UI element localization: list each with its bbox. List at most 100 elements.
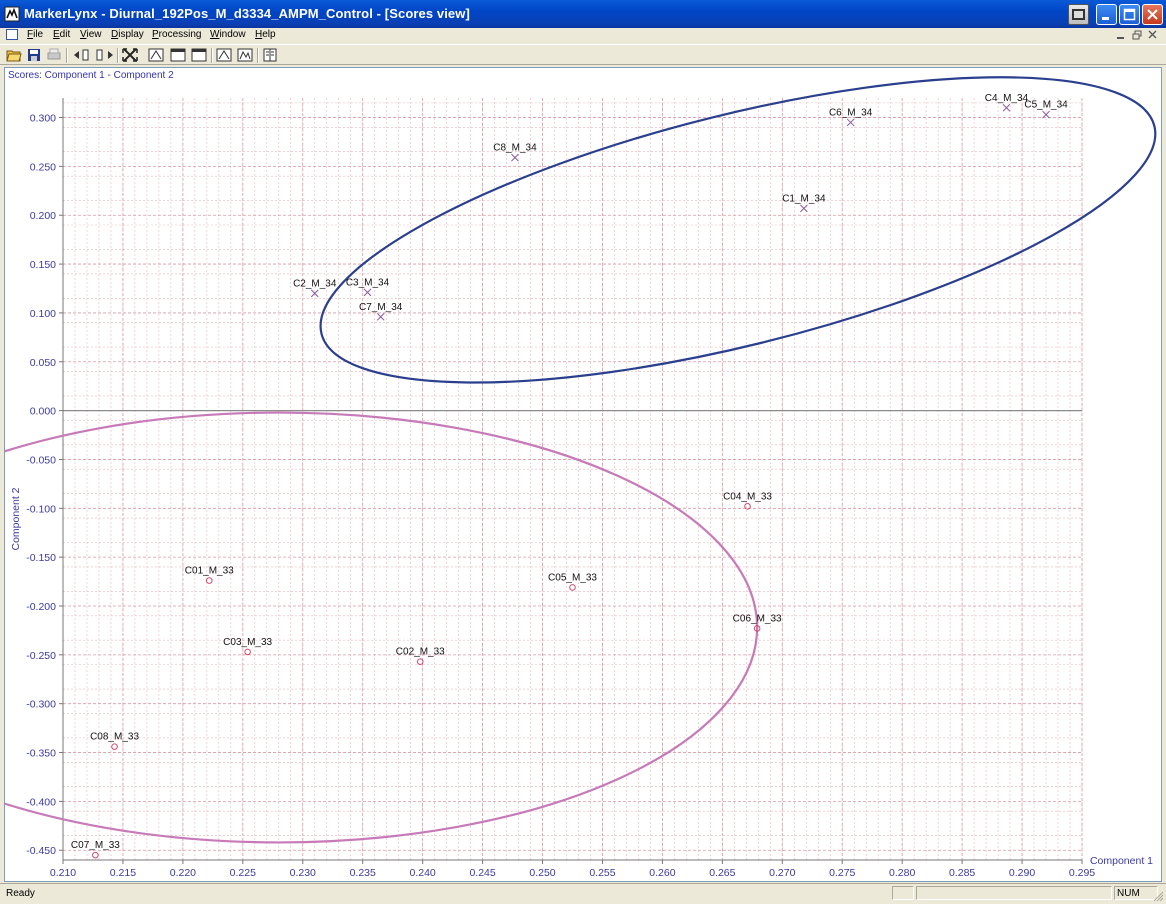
data-points: C4_M_34C5_M_34 C6_M_34 C8_M_34 C1_M_34 C2_M_… xyxy=(71,93,1068,859)
status-pane-1 xyxy=(892,886,914,900)
document-icon[interactable] xyxy=(6,29,18,40)
y-tick-label: -0.050 xyxy=(26,454,56,466)
point-label: C8_M_34 xyxy=(493,143,537,154)
x-tick-label: 0.270 xyxy=(769,867,795,879)
x-tick-label: 0.240 xyxy=(410,867,436,879)
point-label: C03_M_33 xyxy=(223,637,272,648)
resize-grip-icon[interactable] xyxy=(1152,890,1164,902)
point-marker-x xyxy=(511,153,519,162)
x-tick-label: 0.295 xyxy=(1069,867,1095,879)
zoom-fit-icon[interactable] xyxy=(122,48,138,62)
y-tick-label: 0.300 xyxy=(30,113,56,125)
x-tick-label: 0.220 xyxy=(170,867,196,879)
x-tick-label: 0.280 xyxy=(889,867,915,879)
y-tick-label: -0.300 xyxy=(26,699,56,711)
point-label: C6_M_34 xyxy=(829,107,873,118)
scores-plot-panel[interactable]: 0.300 0.250 0.200 0.150 0.100 0.050 0.000 -0.05… xyxy=(4,67,1162,882)
point-marker-x xyxy=(376,312,385,321)
point-label: C4_M_34 xyxy=(985,93,1029,104)
title-bar[interactable]: MarkerLynx - Diurnal_192Pos_M_d3334_AMPM… xyxy=(0,0,1166,28)
maximize-button[interactable] xyxy=(1119,4,1140,25)
window-title: MarkerLynx - Diurnal_192Pos_M_d3334_AMPM… xyxy=(24,6,470,21)
point-marker-circle xyxy=(205,577,213,584)
point-marker-circle xyxy=(111,743,118,750)
x-tick-label: 0.225 xyxy=(230,867,256,879)
y-tick-label: -0.250 xyxy=(26,650,56,662)
y-tick-label: -0.150 xyxy=(26,552,56,564)
x-tick-label: 0.210 xyxy=(50,867,76,879)
y-tick-label: 0.250 xyxy=(30,161,56,173)
point-label: C08_M_33 xyxy=(90,732,139,743)
point-marker-x xyxy=(846,118,855,127)
window-view-2-icon[interactable] xyxy=(191,48,207,62)
point-label: C05_M_33 xyxy=(548,572,597,583)
point-marker-circle xyxy=(92,851,99,859)
menu-edit[interactable]: Edit xyxy=(53,29,70,40)
system-menu-button[interactable] xyxy=(1068,4,1089,25)
minimize-button[interactable] xyxy=(1096,4,1117,25)
save-icon[interactable] xyxy=(26,48,42,62)
point-marker-circle xyxy=(569,584,576,591)
x-tick-label: 0.265 xyxy=(709,867,735,879)
peak-view-icon[interactable] xyxy=(148,48,164,62)
open-folder-icon[interactable] xyxy=(6,48,22,62)
x-tick-label: 0.235 xyxy=(350,867,376,879)
y-tick-label: 0.200 xyxy=(30,210,56,222)
window-view-icon[interactable] xyxy=(170,48,186,62)
point-label: C01_M_33 xyxy=(185,566,234,577)
menu-help[interactable]: Help xyxy=(255,29,276,40)
point-marker-circle xyxy=(744,503,751,510)
point-marker-x xyxy=(1002,103,1011,112)
cluster-ellipse-33 xyxy=(5,411,759,844)
y-tick-label: -0.350 xyxy=(26,748,56,760)
cluster-ellipses xyxy=(5,76,1157,844)
toolbar xyxy=(0,44,1166,65)
point-marker-circle xyxy=(244,648,251,656)
spectrum-2-icon[interactable] xyxy=(237,48,253,62)
y-tick-label: 0.150 xyxy=(30,259,56,271)
status-text: Ready xyxy=(6,888,35,899)
x-tick-label: 0.275 xyxy=(829,867,855,879)
point-label: C06_M_33 xyxy=(733,613,782,624)
y-tick-label: 0.100 xyxy=(30,308,56,320)
y-tick-label: -0.100 xyxy=(26,503,56,515)
maximize-icon xyxy=(1123,8,1136,21)
point-marker-x xyxy=(800,204,808,213)
point-label: C5_M_34 xyxy=(1024,100,1068,111)
scores-chart[interactable]: 0.300 0.250 0.200 0.150 0.100 0.050 0.000 -0.05… xyxy=(5,68,1161,881)
y-axis-label: Component 2 xyxy=(10,487,22,550)
num-lock-indicator: NUM xyxy=(1117,888,1140,899)
close-button[interactable] xyxy=(1142,4,1163,25)
menu-display[interactable]: Display xyxy=(111,29,144,40)
shift-left-icon[interactable] xyxy=(73,48,93,62)
shift-right-icon[interactable] xyxy=(95,48,115,62)
point-label: C07_M_33 xyxy=(71,840,120,851)
mdi-close-icon[interactable] xyxy=(1148,30,1158,40)
x-tick-label: 0.250 xyxy=(529,867,555,879)
grid xyxy=(62,98,1083,861)
book-icon[interactable] xyxy=(262,48,278,62)
x-tick-label: 0.230 xyxy=(290,867,316,879)
system-menu-icon xyxy=(1072,9,1085,20)
point-label: C04_M_33 xyxy=(723,491,772,502)
axes: 0.300 0.250 0.200 0.150 0.100 0.050 0.000 -0.05… xyxy=(10,98,1153,879)
close-icon xyxy=(1147,9,1158,20)
app-window: MarkerLynx - Diurnal_192Pos_M_d3334_AMPM… xyxy=(0,0,1166,904)
y-tick-label: 0.050 xyxy=(30,357,56,369)
print-icon[interactable] xyxy=(46,48,62,62)
plot-title: Scores: Component 1 - Component 2 xyxy=(8,70,174,81)
point-marker-x xyxy=(363,288,372,297)
menu-view[interactable]: View xyxy=(80,29,102,40)
mdi-minimize-icon[interactable] xyxy=(1116,30,1126,40)
point-label: C7_M_34 xyxy=(359,302,403,313)
x-tick-label: 0.290 xyxy=(1009,867,1035,879)
menu-window[interactable]: Window xyxy=(210,29,246,40)
spectrum-icon[interactable] xyxy=(216,48,232,62)
x-tick-label: 0.260 xyxy=(649,867,675,879)
menu-file[interactable]: File xyxy=(27,29,43,40)
point-marker-circle xyxy=(416,658,424,665)
menu-bar: File Edit View Display Processing Window… xyxy=(0,28,1166,43)
menu-processing[interactable]: Processing xyxy=(152,29,201,40)
markerlynx-app-icon[interactable] xyxy=(4,6,20,22)
mdi-restore-icon[interactable] xyxy=(1132,30,1142,40)
